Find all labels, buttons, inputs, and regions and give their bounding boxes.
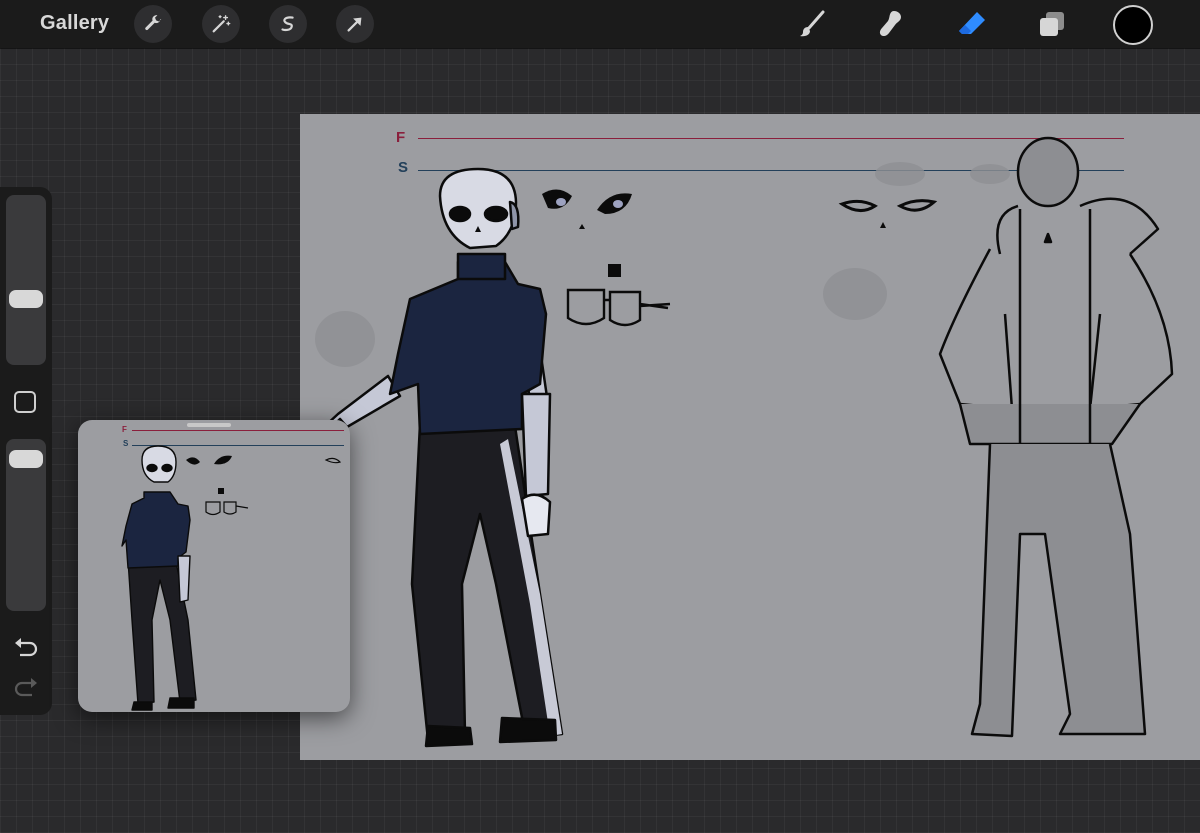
layers-icon[interactable] bbox=[1034, 6, 1070, 42]
redo-icon[interactable] bbox=[12, 675, 40, 699]
smudge-icon[interactable] bbox=[872, 6, 908, 42]
opacity-knob[interactable] bbox=[9, 450, 43, 469]
reference-artwork bbox=[121, 445, 342, 711]
selection-icon[interactable] bbox=[269, 5, 307, 43]
modify-square-icon[interactable] bbox=[14, 391, 36, 413]
character-colored bbox=[323, 167, 564, 748]
gallery-button[interactable]: Gallery bbox=[40, 12, 109, 35]
opacity-slider[interactable] bbox=[6, 439, 46, 611]
reference-window[interactable]: F S bbox=[78, 420, 350, 712]
drawing-canvas[interactable]: F S bbox=[300, 114, 1200, 760]
wrench-icon[interactable] bbox=[134, 5, 172, 43]
top-toolbar: Gallery bbox=[0, 0, 1200, 48]
artwork bbox=[315, 136, 1174, 748]
color-swatch[interactable] bbox=[1113, 5, 1153, 45]
character-lineart bbox=[938, 136, 1174, 738]
brush-size-slider[interactable] bbox=[6, 195, 46, 365]
transform-arrow-icon[interactable] bbox=[336, 5, 374, 43]
magic-wand-icon[interactable] bbox=[202, 5, 240, 43]
brush-size-knob[interactable] bbox=[9, 289, 43, 308]
brush-icon[interactable] bbox=[794, 6, 830, 42]
left-sidebar bbox=[0, 187, 52, 715]
undo-icon[interactable] bbox=[12, 635, 40, 659]
eraser-icon[interactable] bbox=[954, 6, 990, 42]
